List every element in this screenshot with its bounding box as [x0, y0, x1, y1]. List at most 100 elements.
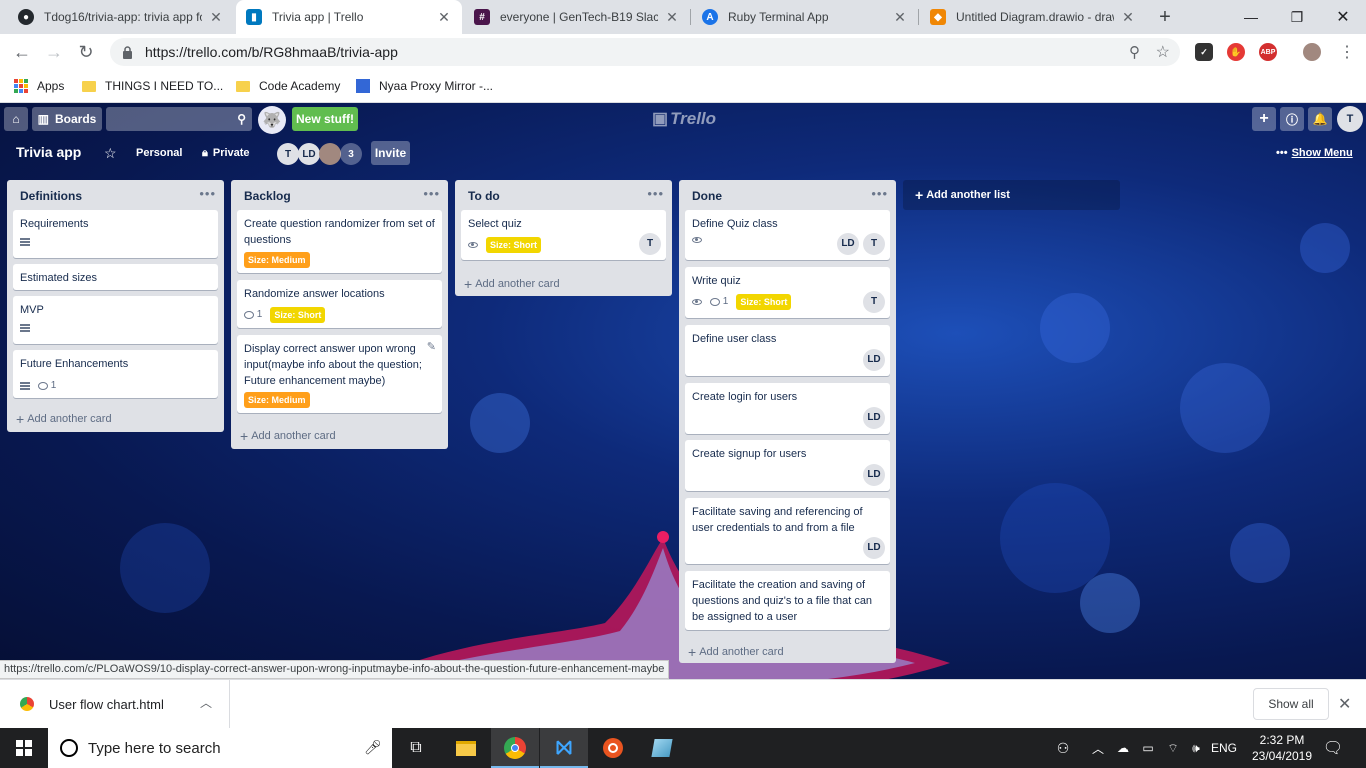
list-menu-icon[interactable]: ••• — [423, 186, 440, 201]
more-members-count[interactable]: 3 — [340, 143, 362, 165]
bookmark-nyaa[interactable]: Nyaa Proxy Mirror -... — [356, 77, 493, 95]
tab-github[interactable]: ● Tdog16/trivia-app: trivia app fo ✕ — [8, 0, 234, 34]
show-menu-button[interactable]: ••• Show Menu — [1276, 147, 1353, 159]
card[interactable]: Select quiz Size: Short T — [461, 210, 666, 260]
trello-logo[interactable]: ▣ Trello — [652, 109, 716, 129]
card-member-avatar[interactable]: LD — [863, 464, 885, 486]
card[interactable]: Display correct answer upon wrong input(… — [237, 335, 442, 413]
tab-trello[interactable]: ▮ Trivia app | Trello ✕ — [236, 0, 462, 34]
close-tab-icon[interactable]: ✕ — [208, 9, 224, 26]
card-member-avatar[interactable]: T — [863, 233, 885, 255]
new-stuff-button[interactable]: New stuff! — [292, 107, 358, 131]
chevron-up-icon[interactable]: ︿ — [200, 694, 212, 711]
card[interactable]: Define user class LD — [685, 325, 890, 376]
file-explorer-icon[interactable] — [442, 728, 490, 768]
chrome-taskbar-icon[interactable] — [491, 728, 539, 768]
list-title[interactable]: Done — [692, 189, 722, 203]
tab-ruby-app[interactable]: A Ruby Terminal App ✕ — [692, 0, 918, 34]
list-title[interactable]: Backlog — [244, 189, 291, 203]
new-tab-button[interactable]: + — [1150, 0, 1180, 34]
tab-drawio[interactable]: ◆ Untitled Diagram.drawio - draw ✕ — [920, 0, 1146, 34]
bookmark-star-icon[interactable]: ☆ — [1156, 42, 1170, 62]
close-tab-icon[interactable]: ✕ — [1120, 9, 1136, 26]
clock[interactable]: 2:32 PM 23/04/2019 — [1248, 728, 1316, 768]
card[interactable]: Future Enhancements 1 — [13, 350, 218, 398]
user-avatar[interactable]: T — [1337, 106, 1363, 132]
tab-slack[interactable]: # everyone | GenTech-B19 Slack ✕ — [464, 0, 690, 34]
notifications-bell-icon[interactable]: 🔔 — [1308, 107, 1332, 131]
bookmark-code-academy[interactable]: Code Academy — [236, 77, 340, 95]
list-menu-icon[interactable]: ••• — [647, 186, 664, 201]
minimize-button[interactable]: — — [1228, 0, 1274, 34]
list-title[interactable]: Definitions — [20, 189, 82, 203]
card-member-avatar[interactable]: LD — [863, 537, 885, 559]
adblock-plus-icon[interactable]: ABP — [1259, 43, 1277, 61]
card-member-avatar[interactable]: T — [863, 291, 885, 313]
card[interactable]: Estimated sizes — [13, 264, 218, 290]
boards-button[interactable]: ▥ Boards — [32, 107, 102, 131]
card[interactable]: Requirements — [13, 210, 218, 258]
show-all-button[interactable]: Show all — [1253, 688, 1329, 720]
taskbar-search-box[interactable]: Type here to search 🎤︎ — [48, 728, 392, 768]
windows-start-icon[interactable] — [0, 728, 48, 768]
card[interactable]: Create question randomizer from set of q… — [237, 210, 442, 273]
restore-button[interactable]: ❐ — [1274, 0, 1320, 34]
zoom-icon[interactable]: ⚲ — [1129, 43, 1140, 61]
star-board-icon[interactable]: ☆ — [104, 145, 117, 162]
board-search-input[interactable]: ⚲ — [106, 107, 252, 131]
microphone-icon[interactable]: 🎤︎ — [364, 739, 382, 756]
card[interactable]: Write quiz 1 Size: Short T — [685, 267, 890, 318]
board-member-avatar[interactable]: LD — [298, 143, 320, 165]
reload-button[interactable]: ↻ — [72, 38, 100, 66]
language-indicator[interactable]: ENG — [1208, 728, 1240, 768]
add-card-button[interactable]: + Add another card — [464, 276, 560, 292]
card-member-avatar[interactable]: T — [639, 233, 661, 255]
board-title[interactable]: Trivia app — [16, 144, 81, 160]
notifications-icon[interactable]: 🗨︎ — [1322, 728, 1344, 768]
back-button[interactable]: ← — [8, 38, 36, 66]
profile-avatar-icon[interactable] — [1303, 43, 1321, 61]
invite-button[interactable]: Invite — [371, 141, 410, 165]
onedrive-cloud-icon[interactable]: ☁ — [1112, 728, 1134, 768]
card[interactable]: MVP — [13, 296, 218, 344]
battery-icon[interactable]: ▭ — [1137, 728, 1159, 768]
card[interactable]: Facilitate the creation and saving of qu… — [685, 571, 890, 630]
list-title[interactable]: To do — [468, 189, 500, 203]
address-bar[interactable]: https://trello.com/b/RG8hmaaB/trivia-app… — [110, 38, 1180, 66]
extension-stop-icon[interactable]: ✋ — [1227, 43, 1245, 61]
task-view-icon[interactable]: ⧉ — [392, 728, 440, 768]
card[interactable]: Define Quiz class LD T — [685, 210, 890, 260]
close-download-bar-icon[interactable]: ✕ — [1338, 694, 1351, 714]
close-tab-icon[interactable]: ✕ — [892, 9, 908, 26]
card[interactable]: Facilitate saving and referencing of use… — [685, 498, 890, 564]
close-tab-icon[interactable]: ✕ — [436, 9, 452, 26]
card-member-avatar[interactable]: LD — [837, 233, 859, 255]
download-item[interactable]: User flow chart.html ︿ — [0, 680, 230, 728]
board-member-photo[interactable] — [319, 143, 341, 165]
card-member-avatar[interactable]: LD — [863, 349, 885, 371]
chrome-menu-icon[interactable]: ⋮ — [1333, 38, 1361, 66]
card[interactable]: Create signup for users LD — [685, 440, 890, 491]
card[interactable]: Create login for users LD — [685, 383, 890, 434]
add-card-button[interactable]: + Add another card — [688, 644, 784, 660]
close-window-button[interactable]: ✕ — [1320, 0, 1366, 34]
close-tab-icon[interactable]: ✕ — [664, 9, 680, 26]
add-list-button[interactable]: + Add another list — [903, 180, 1120, 210]
list-menu-icon[interactable]: ••• — [871, 186, 888, 201]
home-button[interactable]: ⌂ — [4, 107, 28, 131]
create-button[interactable]: + — [1252, 107, 1276, 131]
add-card-button[interactable]: + Add another card — [16, 411, 112, 427]
vscode-taskbar-icon[interactable]: ⨝ — [540, 728, 588, 768]
volume-icon[interactable]: 🕪︎ — [1185, 728, 1207, 768]
people-icon[interactable]: ⚇ — [1052, 728, 1074, 768]
team-button[interactable]: Personal — [128, 141, 190, 165]
card[interactable]: Randomize answer locations 1 Size: Short — [237, 280, 442, 328]
list-menu-icon[interactable]: ••• — [199, 186, 216, 201]
tray-expand-chevron-icon[interactable]: ︿ — [1090, 728, 1106, 768]
card-member-avatar[interactable]: LD — [863, 407, 885, 429]
bookmark-apps[interactable]: Apps — [14, 77, 64, 95]
ubuntu-taskbar-icon[interactable] — [589, 728, 637, 768]
forward-button[interactable]: → — [40, 38, 68, 66]
board-member-avatar[interactable]: T — [277, 143, 299, 165]
visibility-button[interactable]: 🔒︎ Private — [194, 141, 258, 165]
